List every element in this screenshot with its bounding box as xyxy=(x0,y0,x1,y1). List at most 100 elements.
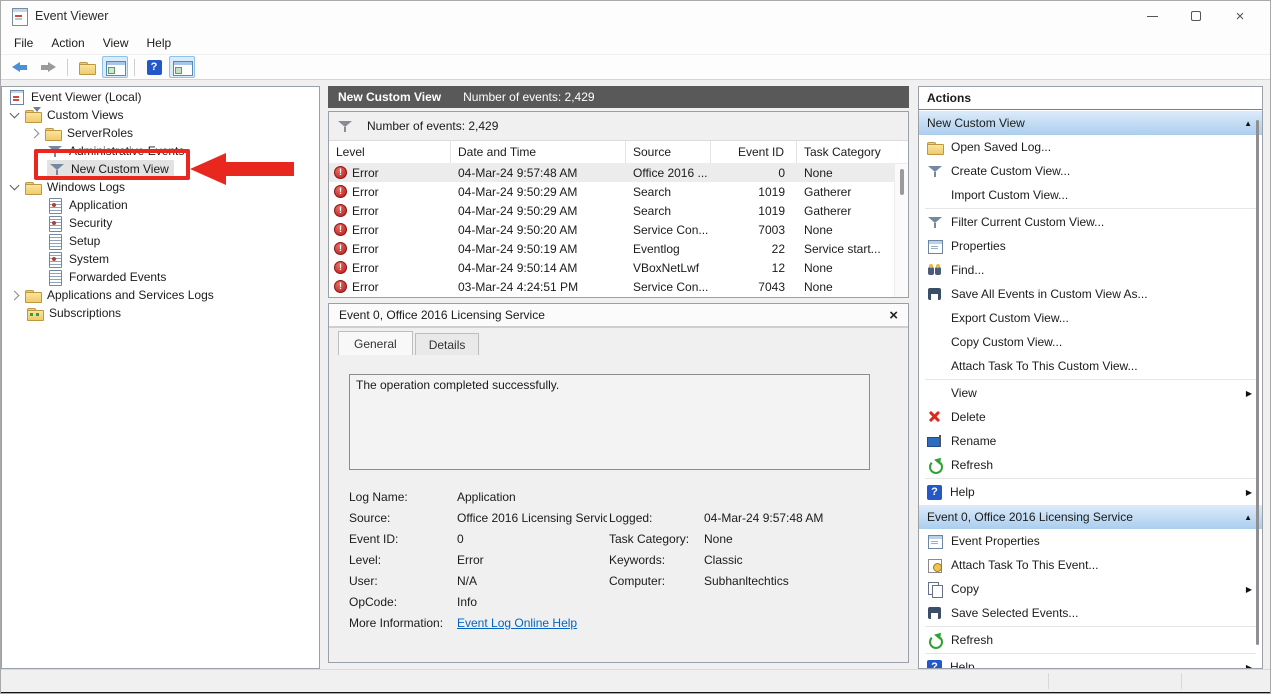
action-properties[interactable]: Properties xyxy=(919,234,1262,258)
event-row[interactable]: Error 04-Mar-24 9:50:19 AM Eventlog 22 S… xyxy=(329,239,908,258)
action-view[interactable]: View ▶ xyxy=(919,381,1262,405)
event-log-online-help-link[interactable]: Event Log Online Help xyxy=(457,616,577,630)
event-row[interactable]: Error 04-Mar-24 9:50:29 AM Search 1019 G… xyxy=(329,201,908,220)
field-value: None xyxy=(704,532,733,546)
action-save-all-events[interactable]: Save All Events in Custom View As... xyxy=(919,282,1262,306)
close-details-icon[interactable]: × xyxy=(889,307,898,324)
action-save-selected-events[interactable]: Save Selected Events... xyxy=(919,601,1262,625)
error-icon xyxy=(334,261,347,274)
chevron-right-icon[interactable] xyxy=(10,290,20,300)
action-help[interactable]: Help ▶ xyxy=(919,480,1262,504)
field-label: Event ID: xyxy=(349,532,398,546)
folder-icon xyxy=(45,125,61,141)
log-icon xyxy=(47,269,63,285)
tree-item-system[interactable]: System xyxy=(3,250,318,268)
title-bar: Event Viewer × xyxy=(1,1,1270,31)
action-copy[interactable]: Copy ▶ xyxy=(919,577,1262,601)
action-create-custom-view[interactable]: Create Custom View... xyxy=(919,159,1262,183)
menu-view[interactable]: View xyxy=(94,33,138,53)
action-event-properties[interactable]: Event Properties xyxy=(919,529,1262,553)
highlight-box-annotation xyxy=(34,149,190,180)
event-row[interactable]: Error 04-Mar-24 9:50:20 AM Service Con..… xyxy=(329,220,908,239)
menu-file[interactable]: File xyxy=(5,33,42,53)
section-header-label: New Custom View xyxy=(927,116,1025,130)
chevron-down-icon[interactable] xyxy=(10,180,20,190)
action-find[interactable]: Find... xyxy=(919,258,1262,282)
tree-item-label: Setup xyxy=(69,234,100,248)
minimize-button[interactable] xyxy=(1130,1,1174,31)
collapse-icon[interactable]: ▲ xyxy=(1244,513,1252,522)
open-folder-icon xyxy=(79,59,95,75)
tab-details[interactable]: Details xyxy=(415,333,480,355)
field-value: N/A xyxy=(457,574,477,588)
action-delete[interactable]: Delete xyxy=(919,405,1262,429)
action-pane-icon xyxy=(173,60,191,75)
tree-item-applications-and-services-logs[interactable]: Applications and Services Logs xyxy=(3,286,318,304)
column-header-event-id[interactable]: Event ID xyxy=(711,141,797,163)
open-saved-log-button[interactable] xyxy=(74,56,100,78)
action-import-custom-view[interactable]: Import Custom View... xyxy=(919,183,1262,207)
events-list-pane: Number of events: 2,429 Level Date and T… xyxy=(328,111,909,298)
tree-item-application[interactable]: Application xyxy=(3,196,318,214)
forward-button[interactable] xyxy=(35,56,61,78)
field-label: Computer: xyxy=(609,574,665,588)
filter-icon xyxy=(337,118,353,134)
action-filter-current-custom-view[interactable]: Filter Current Custom View... xyxy=(919,210,1262,234)
maximize-button[interactable] xyxy=(1174,1,1218,31)
column-header-level[interactable]: Level xyxy=(329,141,451,163)
details-tabs: General Details xyxy=(329,328,908,355)
column-header-source[interactable]: Source xyxy=(626,141,711,163)
action-refresh-event[interactable]: Refresh xyxy=(919,628,1262,652)
event-details-pane: Event 0, Office 2016 Licensing Service ×… xyxy=(328,303,909,663)
tree-item-custom-views[interactable]: Custom Views xyxy=(3,106,318,124)
field-value: Classic xyxy=(704,553,743,567)
back-button[interactable] xyxy=(7,56,33,78)
refresh-icon xyxy=(927,632,943,648)
tree-item-security[interactable]: Security xyxy=(3,214,318,232)
show-action-pane-button[interactable] xyxy=(169,56,195,78)
action-refresh[interactable]: Refresh xyxy=(919,453,1262,477)
action-attach-task-to-custom-view[interactable]: Attach Task To This Custom View... xyxy=(919,354,1262,378)
maximize-icon xyxy=(1191,11,1201,21)
event-row[interactable]: Error 04-Mar-24 9:50:14 AM VBoxNetLwf 12… xyxy=(329,258,908,277)
action-open-saved-log[interactable]: Open Saved Log... xyxy=(919,135,1262,159)
action-copy-custom-view[interactable]: Copy Custom View... xyxy=(919,330,1262,354)
chevron-down-icon[interactable] xyxy=(10,108,20,118)
event-row[interactable]: Error 04-Mar-24 9:57:48 AM Office 2016 .… xyxy=(329,163,908,182)
properties-icon xyxy=(927,533,943,549)
event-row[interactable]: Error 03-Mar-24 4:24:51 PM Service Con..… xyxy=(329,277,908,296)
error-icon xyxy=(334,223,347,236)
actions-section-header-new-custom-view[interactable]: New Custom View ▲ xyxy=(919,110,1262,135)
tab-general[interactable]: General xyxy=(338,331,413,355)
events-scrollbar[interactable] xyxy=(894,164,908,297)
close-button[interactable]: × xyxy=(1218,1,1262,31)
action-export-custom-view[interactable]: Export Custom View... xyxy=(919,306,1262,330)
tree-item-forwarded-events[interactable]: Forwarded Events xyxy=(3,268,318,286)
event-row[interactable]: Error 04-Mar-24 9:50:29 AM Search 1019 G… xyxy=(329,182,908,201)
section-header-label: Event 0, Office 2016 Licensing Service xyxy=(927,510,1133,524)
actions-section-header-event[interactable]: Event 0, Office 2016 Licensing Service ▲ xyxy=(919,504,1262,529)
column-header-task-category[interactable]: Task Category xyxy=(797,141,908,163)
help-button[interactable] xyxy=(141,56,167,78)
tree-item-windows-logs[interactable]: Windows Logs xyxy=(3,178,318,196)
menu-action[interactable]: Action xyxy=(42,33,93,53)
column-header-date-time[interactable]: Date and Time xyxy=(451,141,626,163)
field-label: Logged: xyxy=(609,511,652,525)
action-rename[interactable]: Rename xyxy=(919,429,1262,453)
show-console-tree-button[interactable] xyxy=(102,56,128,78)
action-attach-task-to-event[interactable]: Attach Task To This Event... xyxy=(919,553,1262,577)
collapse-icon[interactable]: ▲ xyxy=(1244,119,1252,128)
forward-arrow-icon xyxy=(40,62,56,73)
action-help-event[interactable]: Help ▶ xyxy=(919,655,1262,669)
log-icon xyxy=(47,233,63,249)
tree-item-subscriptions[interactable]: Subscriptions xyxy=(3,304,318,322)
menu-help[interactable]: Help xyxy=(138,33,181,53)
tree-item-serverroles[interactable]: ServerRoles xyxy=(3,124,318,142)
error-icon xyxy=(334,166,347,179)
event-viewer-app-icon xyxy=(11,8,27,24)
tree-item-setup[interactable]: Setup xyxy=(3,232,318,250)
chevron-right-icon[interactable] xyxy=(30,128,40,138)
minimize-icon xyxy=(1147,16,1158,17)
actions-scrollbar[interactable] xyxy=(1256,120,1259,645)
tree-item-event-viewer-local[interactable]: Event Viewer (Local) xyxy=(3,88,318,106)
